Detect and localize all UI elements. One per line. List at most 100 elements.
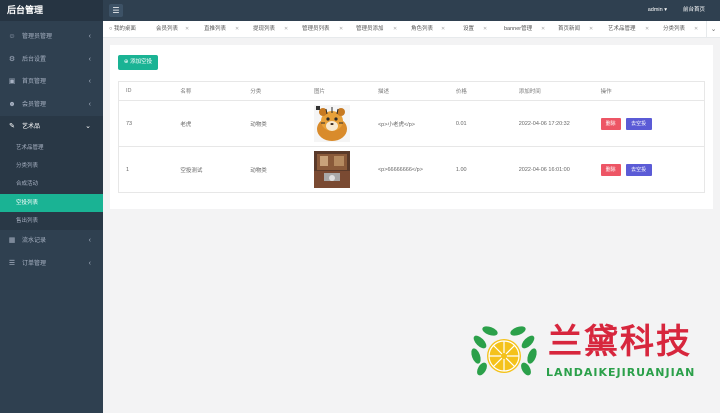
tab-label: 会员列表 xyxy=(156,26,179,32)
watermark-subtitle: LANDAIKEJIRUANJIAN xyxy=(546,366,696,379)
close-icon[interactable]: ✕ xyxy=(645,21,649,37)
column-header: 添加时间 xyxy=(511,81,594,101)
close-icon[interactable]: ✕ xyxy=(235,21,239,37)
table-row: 73 老虎 动物类 <p>小老虎</p> 0.01 2022-04-06 17:… xyxy=(118,100,705,147)
add-button-label: 添加空投 xyxy=(130,59,153,65)
cell-name: 老虎 xyxy=(173,100,244,147)
plus-circle-icon: ⊕ xyxy=(123,59,129,65)
main-panel: ⊕ 添加空投 ID 名称 分类 图片 描述 价格 添加时间 操作 73 老虎 动… xyxy=(110,45,713,209)
chevron-down-icon[interactable]: ⌄ xyxy=(706,21,720,37)
close-icon[interactable]: ✕ xyxy=(441,21,445,37)
tab-admin-add[interactable]: 管理员添加 ✕ xyxy=(356,21,397,37)
cell-name: 空投测试 xyxy=(173,146,244,193)
cell-actions: 删除 去空投 xyxy=(593,100,705,147)
table-header-row: ID 名称 分类 图片 描述 价格 添加时间 操作 xyxy=(118,81,705,101)
tab-direct-list[interactable]: 直推列表 ✕ xyxy=(204,21,239,37)
sidebar-item-members[interactable]: ☻ 会员管理 ‹ xyxy=(0,94,103,117)
tab-news[interactable]: 首页新闻 ✕ xyxy=(558,21,593,37)
sidebar-item-admin[interactable]: ☺ 管理员管理 ‹ xyxy=(0,26,103,49)
close-icon[interactable]: ✕ xyxy=(483,21,487,37)
tiger-image xyxy=(314,105,351,142)
sidebar-subitem-airdrop-list[interactable]: 空投列表 xyxy=(0,193,103,213)
watermark-logo: 兰黛科技 LANDAIKEJIRUANJIAN xyxy=(468,322,708,384)
sidebar-subitem-category-list[interactable]: 分类列表 xyxy=(0,156,103,176)
sidebar-item-art[interactable]: ✎ 艺术品 ⌄ xyxy=(0,116,103,139)
tab-member-list[interactable]: 会员列表 ✕ xyxy=(156,21,189,37)
close-icon[interactable]: ✕ xyxy=(284,21,288,37)
tab-admin-list[interactable]: 管理员列表 ✕ xyxy=(302,21,343,37)
sidebar-item-label: 后台设置 xyxy=(22,56,47,63)
user-icon: ☺ xyxy=(8,33,16,40)
tab-category-list[interactable]: 分类列表 ✕ xyxy=(663,21,698,37)
column-header: 操作 xyxy=(593,81,705,101)
sidebar-subitem-synthesis[interactable]: 合成活动 xyxy=(0,175,103,194)
airdrop-button[interactable]: 去空投 xyxy=(625,117,652,130)
column-header: 名称 xyxy=(173,81,244,101)
sidebar-item-label: 首页管理 xyxy=(22,79,47,85)
laurel-sun-icon xyxy=(471,326,537,376)
order-icon: ☰ xyxy=(8,259,16,267)
sidebar-item-label: 流水记录 xyxy=(22,238,47,245)
tab-banner[interactable]: banner管理 ✕ xyxy=(504,21,545,37)
cell-time: 2022-04-06 16:01:00 xyxy=(511,146,594,193)
cell-category: 动物类 xyxy=(243,146,308,193)
close-icon[interactable]: ✕ xyxy=(393,21,397,37)
close-icon[interactable]: ✕ xyxy=(339,21,343,37)
sidebar-subitem-art-manage[interactable]: 艺术品管理 xyxy=(0,138,103,157)
chevron-left-icon: ‹ xyxy=(88,100,91,108)
tab-role-list[interactable]: 角色列表 ✕ xyxy=(411,21,445,37)
chevron-left-icon: ‹ xyxy=(88,78,91,85)
tab-desktop[interactable]: ○ 我的桌面 xyxy=(109,21,136,37)
gear-icon: ⚙ xyxy=(8,55,16,63)
tab-label: banner管理 xyxy=(504,26,533,32)
delete-button[interactable]: 删除 xyxy=(600,163,621,176)
column-header: 描述 xyxy=(370,81,449,101)
sidebar: 后台管理 ☺ 管理员管理 ‹ ⚙ 后台设置 ‹ ▣ 首页管理 ‹ ☻ 会员管理 ‹ ✎ 艺… xyxy=(0,0,103,413)
sidebar-item-flow[interactable]: ▦ 流水记录 ‹ xyxy=(0,230,103,253)
column-header: 图片 xyxy=(307,81,371,101)
room-image xyxy=(314,151,351,188)
close-icon[interactable]: ✕ xyxy=(694,21,698,37)
close-icon[interactable]: ✕ xyxy=(589,21,593,37)
tab-withdraw-list[interactable]: 提现列表 ✕ xyxy=(253,21,288,37)
chevron-left-icon: ‹ xyxy=(88,55,91,63)
brand-title: 后台管理 xyxy=(0,0,103,21)
cell-image xyxy=(307,100,371,147)
tab-art-manage[interactable]: 艺术品管理 ✕ xyxy=(608,21,649,37)
grid-icon: ▦ xyxy=(8,237,16,245)
cell-time: 2022-04-06 17:20:32 xyxy=(511,100,594,147)
close-icon[interactable]: ✕ xyxy=(541,21,545,37)
close-icon[interactable]: ✕ xyxy=(185,21,189,37)
sidebar-item-home[interactable]: ▣ 首页管理 ‹ xyxy=(0,71,103,94)
tab-label: 分类列表 xyxy=(663,26,686,32)
tab-label: 提现列表 xyxy=(253,26,276,32)
table-row: 1 空投测试 动物类 <p>66666666</p> 1.00 2022-04-… xyxy=(118,146,705,193)
watermark-title: 兰黛科技 xyxy=(548,322,692,362)
member-icon: ☻ xyxy=(8,100,16,108)
chevron-left-icon: ‹ xyxy=(88,237,91,245)
cell-category: 动物类 xyxy=(243,100,308,147)
sidebar-item-settings[interactable]: ⚙ 后台设置 ‹ xyxy=(0,49,103,72)
tab-settings[interactable]: 设置 ✕ xyxy=(463,21,487,37)
menu-icon[interactable]: ☰ xyxy=(109,4,123,17)
column-header: ID xyxy=(118,81,174,101)
caret-down-icon: ▾ xyxy=(664,7,667,13)
add-airdrop-button[interactable]: ⊕ 添加空投 xyxy=(118,55,158,70)
tab-label: 设置 xyxy=(463,26,475,32)
front-page-link[interactable]: 前台首页 xyxy=(683,0,705,21)
cell-desc: <p>66666666</p> xyxy=(370,146,449,193)
delete-button[interactable]: 删除 xyxy=(600,117,621,130)
airdrop-table: ID 名称 分类 图片 描述 价格 添加时间 操作 73 老虎 动物类 <p>小… xyxy=(118,81,705,193)
sidebar-subitem-sold-list[interactable]: 售出列表 xyxy=(0,212,103,231)
circle-icon: ○ xyxy=(109,26,113,32)
sidebar-item-orders[interactable]: ☰ 订单管理 ‹ xyxy=(0,253,103,276)
cell-id: 73 xyxy=(118,100,174,147)
tab-label: 角色列表 xyxy=(411,26,434,32)
top-header: ☰ admin ▾ 前台首页 xyxy=(103,0,720,21)
tab-label: 管理员添加 xyxy=(356,26,384,32)
admin-label: admin xyxy=(647,7,663,13)
admin-menu[interactable]: admin ▾ xyxy=(648,0,667,21)
airdrop-button[interactable]: 去空投 xyxy=(625,163,652,176)
sidebar-item-label: 订单管理 xyxy=(22,260,47,267)
chevron-down-icon: ⌄ xyxy=(85,123,91,130)
